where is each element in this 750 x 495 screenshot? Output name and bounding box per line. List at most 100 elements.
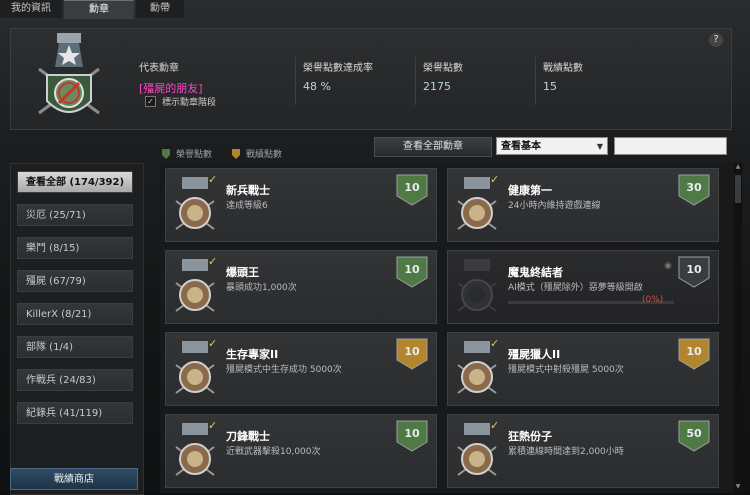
progress-text: (0%) [642,295,664,305]
locked-medal-icon [457,259,497,312]
sidebar-item-killerx[interactable]: KillerX (8/21) [17,303,133,325]
divider [535,57,536,105]
medal-card[interactable]: ✓ 生存專家II 殭屍模式中生存成功 5000次 10 [165,332,437,406]
medal-desc: 24小時內維持遊戲連線 [508,201,601,211]
medal-title: 新兵戰士 [226,184,270,197]
rep-medal-name: [殭屍的朋友] [139,82,203,95]
medal-title: 魔鬼終結者 [508,266,563,279]
check-icon: ✓ [208,419,218,432]
medal-points: 10 [404,345,420,358]
record-points-col: 戰績點數 15 [543,59,583,93]
points-shield-icon: 10 [396,420,428,452]
scroll-down-icon[interactable]: ▼ [734,483,742,493]
medal-desc: 殭屍模式中射殺殭屍 5000次 [508,365,624,375]
show-stage-toggle[interactable]: ✓ 標示勳章階段 [145,95,216,108]
medal-summary-panel: ? 代表勳章 [殭屍的朋友] ✓ 標示勳章階段 榮譽點數達成率 48 % 榮譽點… [10,28,732,130]
scrollbar[interactable]: ▲ ▼ [734,163,742,493]
check-icon: ✓ [208,173,218,186]
tab-my-info[interactable]: 我的資訊 [0,0,62,18]
check-icon: ✓ [208,337,218,350]
medal-title: 健康第一 [508,184,552,197]
sidebar-item-unit[interactable]: 部隊 (1/4) [17,336,133,358]
legend-honor: 榮譽點數 [162,147,212,160]
points-shield-icon: 10 [678,338,710,370]
medal-card[interactable]: ✓ 爆頭王暴頭成功1,000次 10 [165,250,437,324]
medal-desc: 達成等級6 [226,201,268,211]
sidebar-item-all[interactable]: 查看全部 (174/392) [17,171,133,193]
points-shield-icon: 30 [678,174,710,206]
check-icon: ✓ [490,419,500,432]
points-shield-icon: 10 [396,256,428,288]
points-shield-icon: 10 [678,256,710,288]
sidebar-item-record[interactable]: 紀錄兵 (41/119) [17,402,133,424]
honor-points-value: 2175 [423,80,451,93]
divider [295,57,296,105]
medal-points: 10 [404,427,420,440]
medal-card[interactable]: 魔鬼終結者 AI模式（殭屍除外）惡夢等級開啟 ◉ 10 (0%) [447,250,719,324]
medal-title: 狂熱份子 [508,430,552,443]
medal-card[interactable]: ✓ 新兵戰士達成等級6 10 [165,168,437,242]
record-points-value: 15 [543,80,557,93]
medal-title: 爆頭王 [226,266,259,279]
medal-points: 10 [404,263,420,276]
medal-card[interactable]: ✓ 刀鋒戰士近戰武器擊殺10,000次 10 [165,414,437,488]
sidebar-item-fight[interactable]: 樂鬥 (8/15) [17,237,133,259]
gold-shield-icon [232,148,240,159]
honor-rate-label: 榮譽點數達成率 [303,63,373,74]
legend-honor-label: 榮譽點數 [176,150,213,160]
points-shield-icon: 10 [396,174,428,206]
honor-points-col: 榮譽點數 2175 [423,59,463,93]
chevron-down-icon: ▼ [596,142,603,151]
tab-ribbons[interactable]: 勳帶 [136,0,184,18]
scroll-up-icon[interactable]: ▲ [734,163,742,173]
honor-rate-col: 榮譽點數達成率 48 % [303,59,373,93]
check-icon: ✓ [490,337,500,350]
help-icon[interactable]: ? [709,33,723,47]
show-stage-label: 標示勳章階段 [162,98,217,108]
view-all-medals-button[interactable]: 查看全部勳章 [374,137,492,157]
honor-points-label: 榮譽點數 [423,63,463,74]
medal-title: 刀鋒戰士 [226,430,270,443]
check-icon: ✓ [490,173,500,186]
medal-desc: 殭屍模式中生存成功 5000次 [226,365,342,375]
sidebar-item-disaster[interactable]: 災厄 (25/71) [17,204,133,226]
medal-points: 30 [686,181,702,194]
medal-card[interactable]: ✓ 狂熱份子累積連線時間達到2,000小時 50 [447,414,719,488]
checkbox-icon[interactable]: ✓ [145,96,156,107]
legend-record-label: 戰績點數 [246,150,283,160]
medal-title: 生存專家II [226,348,279,361]
category-sidebar: 查看全部 (174/392) 災厄 (25/71) 樂鬥 (8/15) 殭屍 (… [10,163,144,495]
record-points-label: 戰績點數 [543,63,583,74]
medal-points: 50 [686,427,702,440]
divider [415,57,416,105]
tab-bar: 我的資訊 勳章 勳帶 [0,0,750,19]
filter-select[interactable]: 查看基本 ▼ [496,137,608,155]
check-icon: ✓ [208,255,218,268]
record-shop-button[interactable]: 戰績商店 [10,468,138,490]
medal-card[interactable]: ✓ 殭屍獵人II 殭屍模式中射殺殭屍 5000次 10 [447,332,719,406]
medal-title: 殭屍獵人II [508,348,561,361]
medal-points: 10 [686,345,702,358]
rep-medal-label: 代表勳章 [139,63,179,74]
scroll-thumb[interactable] [735,175,741,203]
medal-points: 10 [686,263,702,276]
sidebar-item-zombie[interactable]: 殭屍 (67/79) [17,270,133,292]
sidebar-item-combat[interactable]: 作戰兵 (24/83) [17,369,133,391]
filter-select-value: 查看基本 [501,141,541,152]
green-shield-icon [162,148,170,159]
tab-medals[interactable]: 勳章 [64,0,134,19]
legend-record: 戰績點數 [232,147,282,160]
representative-medal-icon [38,33,100,115]
representative-medal-col: 代表勳章 [殭屍的朋友] [139,59,203,96]
medal-points: 10 [404,181,420,194]
honor-rate-value: 48 % [303,80,331,93]
medal-desc: 近戰武器擊殺10,000次 [226,447,321,457]
medal-card[interactable]: ✓ 健康第一 24小時內維持遊戲連線 30 [447,168,719,242]
search-input[interactable] [614,137,727,155]
points-shield-icon: 10 [396,338,428,370]
medal-desc: 暴頭成功1,000次 [226,283,297,293]
medal-desc: AI模式（殭屍除外）惡夢等級開啟 [508,283,643,293]
medal-desc: 累積連線時間達到2,000小時 [508,447,624,457]
eye-icon[interactable]: ◉ [664,261,672,271]
points-shield-icon: 50 [678,420,710,452]
